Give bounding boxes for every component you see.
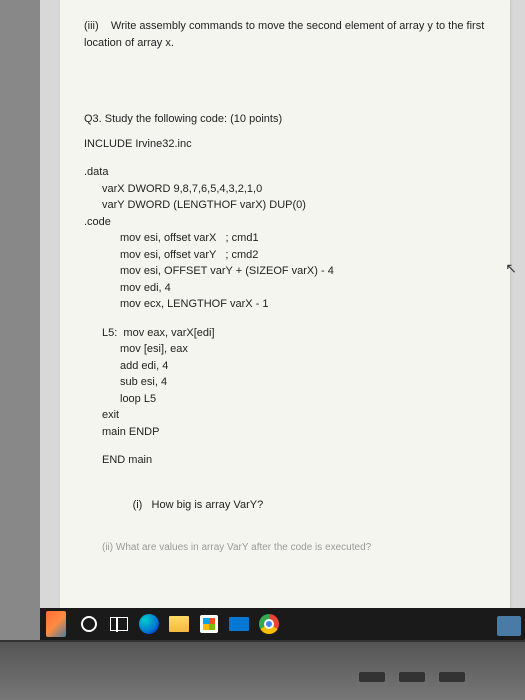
screen-area: (iii) Write assembly commands to move th…: [40, 0, 525, 640]
code-block: .data varX DWORD 9,8,7,6,5,4,3,2,1,0 var…: [84, 164, 486, 555]
vary-decl: varY DWORD (LENGTHOF varX) DUP(0): [84, 197, 486, 214]
edge-button[interactable]: [136, 611, 162, 637]
code-section-label: .code: [84, 214, 486, 231]
code-line-5: mov ecx, LENGTHOF varX - 1: [84, 296, 486, 313]
file-explorer-button[interactable]: [166, 611, 192, 637]
endmain-line: END main: [84, 452, 486, 469]
loop-line-2: mov [esi], eax: [84, 341, 486, 358]
monitor-button-2[interactable]: [399, 672, 425, 682]
question-iii: (iii) Write assembly commands to move th…: [84, 18, 486, 51]
task-view-button[interactable]: [106, 611, 132, 637]
l5-label: L5: mov eax, varX[edi]: [84, 325, 486, 342]
monitor-bezel: [0, 640, 525, 700]
document-page: (iii) Write assembly commands to move th…: [60, 0, 510, 620]
mail-button[interactable]: [226, 611, 252, 637]
question-iii-label: (iii): [84, 20, 99, 32]
exit-line: exit: [84, 407, 486, 424]
loop-line-5: loop L5: [84, 391, 486, 408]
monitor-button-3[interactable]: [439, 672, 465, 682]
code-line-2: mov esi, offset varY ; cmd2: [84, 247, 486, 264]
question-3-heading: Q3. Study the following code: (10 points…: [84, 111, 486, 128]
cursor-icon: ↖: [505, 260, 517, 277]
endp-line: main ENDP: [84, 424, 486, 441]
loop-line-3: add edi, 4: [84, 358, 486, 375]
varx-decl: varX DWORD 9,8,7,6,5,4,3,2,1,0: [84, 181, 486, 198]
code-line-3: mov esi, OFFSET varY + (SIZEOF varX) - 4: [84, 263, 486, 280]
sub-question-i: (i) How big is array VarY?: [84, 481, 486, 531]
sub-question-ii-faded: (ii) What are values in array VarY after…: [84, 540, 486, 555]
data-section-label: .data: [84, 164, 486, 181]
weather-widget[interactable]: [46, 611, 72, 637]
monitor-button-1[interactable]: [359, 672, 385, 682]
code-line-1: mov esi, offset varX ; cmd1: [84, 230, 486, 247]
monitor-frame: (iii) Write assembly commands to move th…: [0, 0, 525, 700]
taskbar[interactable]: [40, 608, 525, 640]
include-line: INCLUDE Irvine32.inc: [84, 136, 486, 153]
chrome-button[interactable]: [256, 611, 282, 637]
tray-icon[interactable]: [497, 616, 521, 636]
store-button[interactable]: [196, 611, 222, 637]
question-iii-text: Write assembly commands to move the seco…: [84, 20, 484, 49]
loop-line-4: sub esi, 4: [84, 374, 486, 391]
start-button[interactable]: [76, 611, 102, 637]
code-line-4: mov edi, 4: [84, 280, 486, 297]
